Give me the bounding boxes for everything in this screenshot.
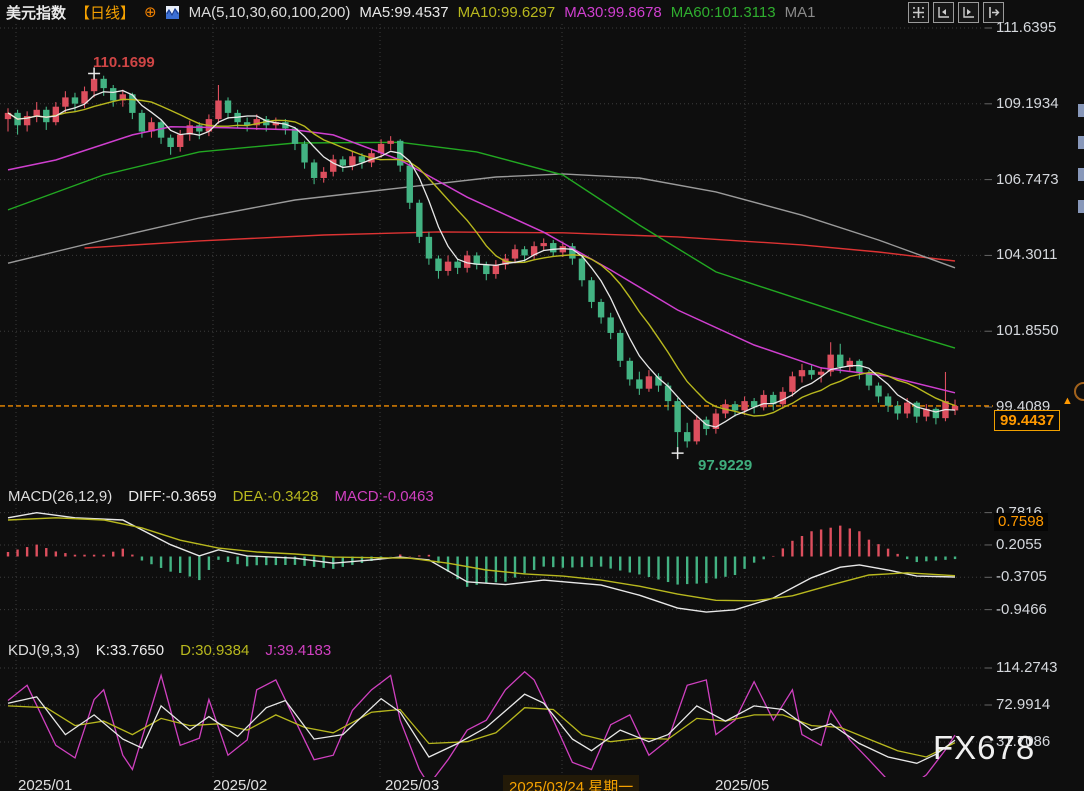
axis-scale-right-button[interactable] (958, 2, 979, 23)
macd-highlight-tag: 0.7598 (994, 513, 1048, 531)
kdj-j-value: J:39.4183 (265, 642, 331, 659)
chart-window: 美元指数 【日线】 ⊕ MA(5,10,30,60,100,200) MA5:9… (0, 0, 1084, 791)
move-crosshair-button[interactable] (908, 2, 929, 23)
y-axis-label-kdj: 72.9914 (996, 696, 1050, 713)
symbol-title: 美元指数 (6, 2, 66, 23)
move-crosshair-icon (912, 6, 925, 19)
kdj-d-value: D:30.9384 (180, 642, 249, 659)
y-axis-label-main: 109.1934 (996, 95, 1059, 112)
macd-macd-value: MACD:-0.0463 (334, 488, 433, 505)
x-axis-date-label: 2025/03 (385, 777, 439, 791)
edge-glyph-fragment (1078, 200, 1084, 213)
axis-scale-left-icon (937, 6, 950, 19)
ma-params-label: MA(5,10,30,60,100,200) (189, 4, 351, 21)
y-axis-label-main: 111.6395 (996, 19, 1056, 36)
y-axis-label-main: 104.3011 (996, 246, 1057, 263)
x-axis-date-label: 2025/02 (213, 777, 267, 791)
y-axis-label-main: 101.8550 (996, 322, 1059, 339)
fx678-watermark: FX678 (933, 729, 1035, 767)
x-axis-date-label: 2025/01 (18, 777, 72, 791)
period-selector[interactable]: 【日线】 (75, 2, 135, 23)
y-axis-label-macd: -0.9466 (996, 601, 1047, 618)
x-axis-date-label: 2025/05 (715, 777, 769, 791)
y-axis-label-macd: -0.3705 (996, 568, 1047, 585)
high-price-annotation: 110.1699 (93, 54, 155, 71)
macd-diff-value: DIFF:-0.3659 (128, 488, 216, 505)
price-up-arrow-icon: ▲ (1062, 395, 1073, 407)
main-header: 美元指数 【日线】 ⊕ MA(5,10,30,60,100,200) MA5:9… (6, 1, 815, 23)
chart-type-icon[interactable] (166, 5, 180, 20)
kdj-params-label: KDJ(9,3,3) (8, 642, 80, 659)
ma100-value-truncated: MA1 (785, 4, 816, 21)
chart-toolbar (908, 2, 1004, 23)
edge-glyph-fragment (1078, 136, 1084, 149)
last-price-tag: 99.4437 (994, 410, 1060, 431)
macd-params-label: MACD(26,12,9) (8, 488, 112, 505)
axis-scale-left-button[interactable] (933, 2, 954, 23)
chart-plot-area[interactable] (0, 0, 1084, 791)
ma10-value: MA10:99.6297 (458, 4, 556, 21)
y-axis-label-kdj: 114.2743 (996, 659, 1057, 676)
selected-date-tag: 2025/03/24 星期一 (503, 775, 639, 791)
low-price-annotation: 97.9229 (698, 457, 752, 474)
kdj-k-value: K:33.7650 (96, 642, 164, 659)
macd-header: MACD(26,12,9) DIFF:-0.3659 DEA:-0.3428 M… (8, 488, 434, 505)
y-axis-label-main: 106.7473 (996, 171, 1059, 188)
y-axis-label-macd: 0.2055 (996, 536, 1042, 553)
edge-glyph-fragment (1078, 104, 1084, 117)
add-indicator-icon[interactable]: ⊕ (144, 3, 157, 21)
ma30-value: MA30:99.8678 (564, 4, 662, 21)
edge-glyph-fragment (1078, 168, 1084, 181)
kdj-header: KDJ(9,3,3) K:33.7650 D:30.9384 J:39.4183 (8, 642, 331, 659)
pan-exit-right-icon (987, 6, 1000, 19)
axis-scale-right-icon (962, 6, 975, 19)
ma60-value: MA60:101.3113 (671, 4, 776, 21)
ma5-value: MA5:99.4537 (359, 4, 448, 21)
macd-dea-value: DEA:-0.3428 (233, 488, 319, 505)
